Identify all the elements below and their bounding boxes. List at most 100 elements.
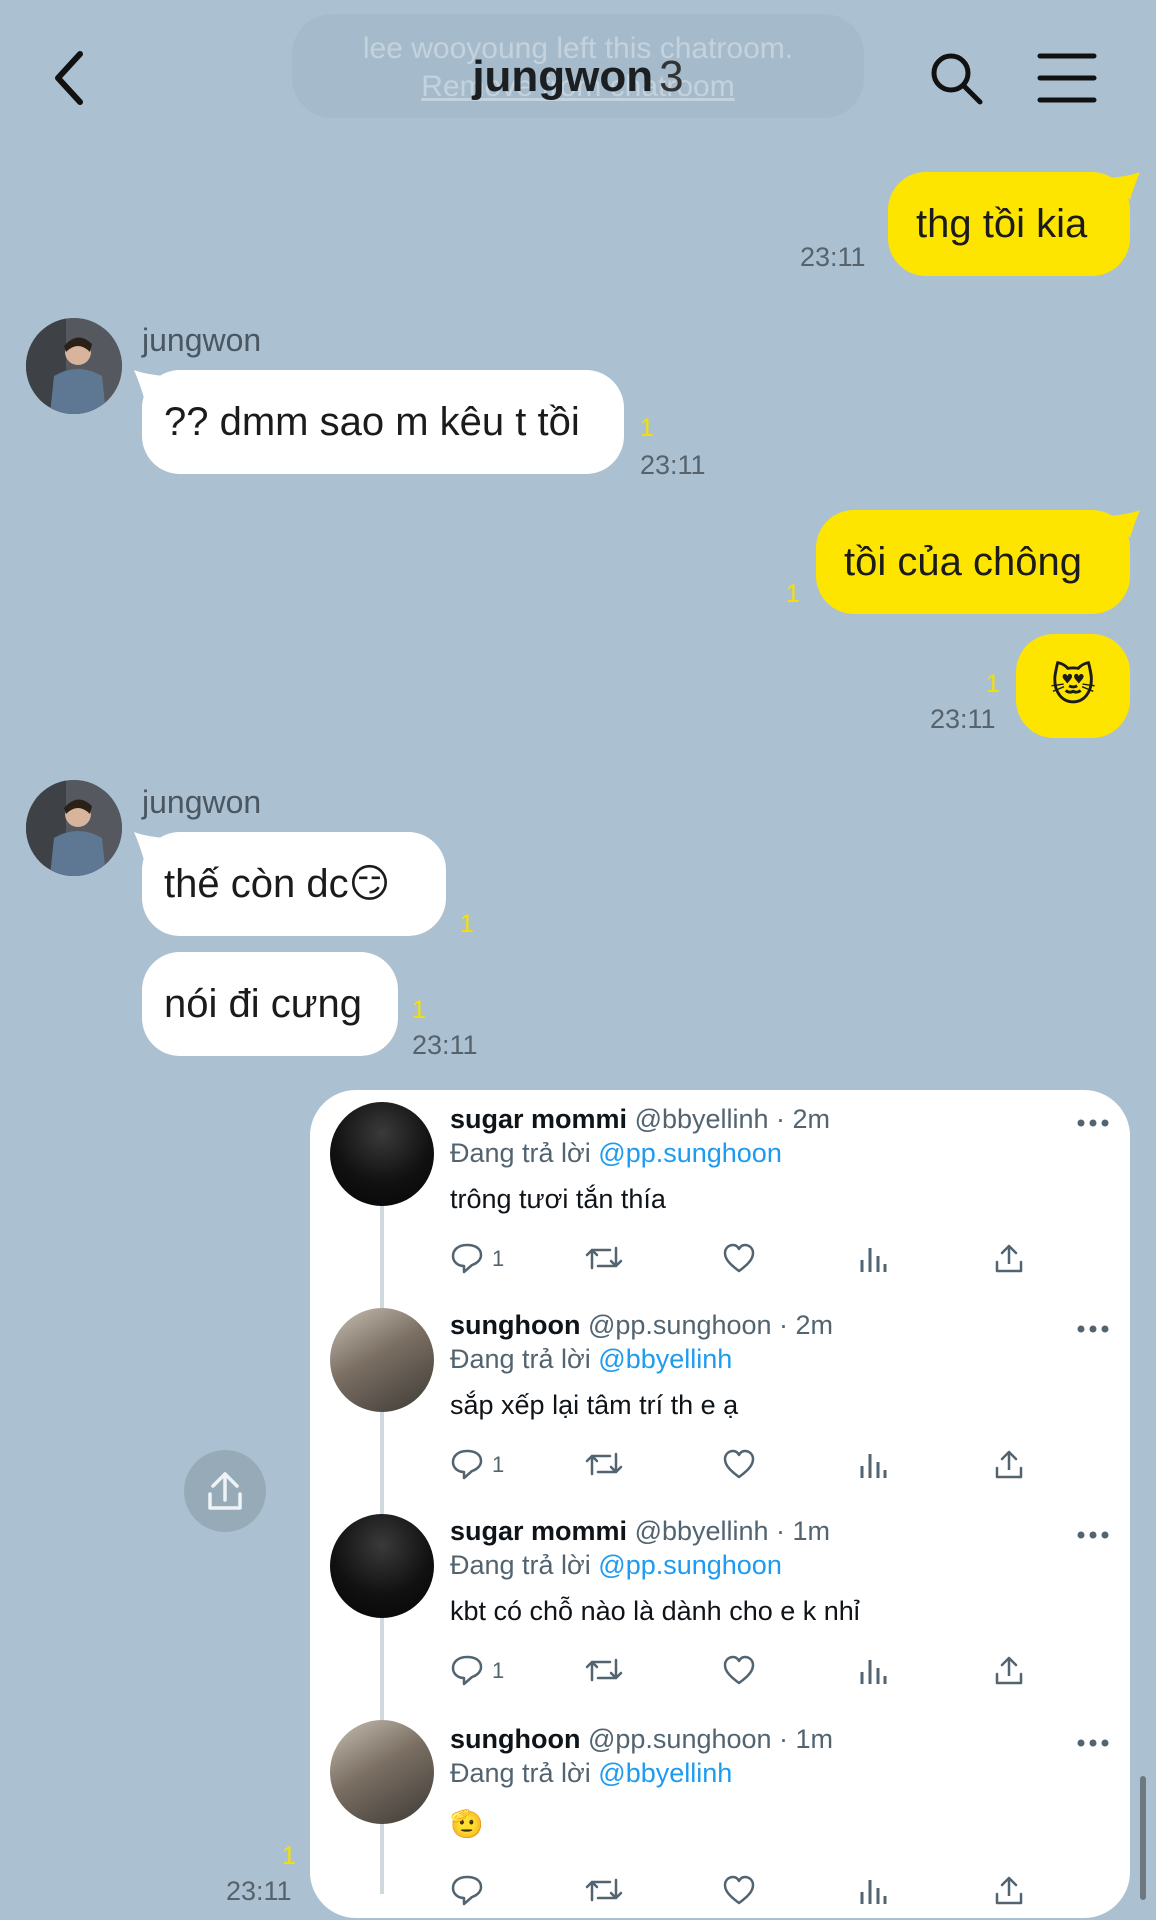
share-icon — [208, 1472, 242, 1510]
tweet-text: trông tươi tắn thía — [450, 1184, 666, 1214]
message-time: 23:11 — [800, 242, 866, 272]
like-icon — [723, 1243, 755, 1273]
my-message-bubble[interactable]: thg tồi kia — [888, 172, 1130, 276]
tweet-avatar — [330, 1102, 434, 1206]
tweet-header: sugar mommi @bbyellinh · 1m — [450, 1516, 830, 1547]
search-icon — [931, 53, 983, 105]
tweet-avatar — [330, 1514, 434, 1618]
reply-count: 1 — [492, 1246, 505, 1271]
their-message-bubble[interactable]: nói đi cưng — [142, 952, 398, 1056]
message-emoji: 😻 — [1050, 661, 1096, 710]
avatar-image — [26, 780, 122, 876]
avatar-image — [26, 318, 122, 414]
share-tweet-icon — [995, 1244, 1023, 1273]
sender-name: jungwon — [142, 784, 262, 820]
retweet-icon — [585, 1658, 623, 1682]
message-text: tồi của chông — [844, 540, 1082, 584]
tweet-header: sugar mommi @bbyellinh · 2m — [450, 1104, 830, 1135]
tweet-actions — [450, 1870, 1100, 1910]
reply-icon — [451, 1655, 483, 1686]
tweet-reply-context: Đang trả lời @bbyellinh — [450, 1758, 732, 1789]
unread-count: 1 — [640, 414, 654, 442]
retweet-icon — [585, 1452, 623, 1476]
tweet-actions: 1 — [450, 1238, 1100, 1278]
tweet-author-name: sugar mommi — [450, 1516, 628, 1546]
unread-count: 1 — [986, 670, 1000, 698]
menu-button[interactable] — [1036, 50, 1098, 106]
bubble-tail — [134, 832, 164, 860]
like-icon — [723, 1449, 755, 1479]
reply-count: 1 — [492, 1452, 505, 1477]
member-count: 3 — [659, 52, 684, 101]
tweet-text: kbt có chỗ nào là dành cho e k nhỉ — [450, 1596, 860, 1626]
reply-prefix: Đang trả lời — [450, 1344, 591, 1374]
jungwon-avatar[interactable] — [26, 780, 122, 876]
share-button[interactable] — [184, 1450, 266, 1532]
views-icon — [860, 1660, 887, 1684]
tweet-reply-context: Đang trả lời @bbyellinh — [450, 1344, 732, 1375]
tweet-meta: @bbyellinh · 2m — [634, 1104, 831, 1134]
tweet-meta: @bbyellinh · 1m — [634, 1516, 831, 1546]
reply-mention: @pp.sunghoon — [598, 1550, 782, 1580]
reply-count: 1 — [492, 1658, 505, 1683]
their-message-bubble[interactable]: thế còn dc😏 — [142, 832, 446, 936]
reply-prefix: Đang trả lời — [450, 1758, 591, 1788]
like-icon — [723, 1875, 755, 1905]
tweet-author-name: sunghoon — [450, 1724, 581, 1754]
unread-count: 1 — [786, 580, 800, 608]
message-text: thg tồi kia — [916, 202, 1088, 246]
tweet-actions: 1 — [450, 1650, 1100, 1690]
bubble-tail — [1110, 172, 1140, 200]
their-message-bubble[interactable]: ?? dmm sao m kêu t tồi — [142, 370, 624, 474]
tweet-header: sunghoon @pp.sunghoon · 2m — [450, 1310, 833, 1341]
message-time: 23:11 — [226, 1876, 292, 1906]
jungwon-avatar[interactable] — [26, 318, 122, 414]
more-icon — [1077, 1531, 1109, 1539]
sender-name: jungwon — [142, 322, 262, 358]
reply-mention: @bbyellinh — [598, 1344, 733, 1374]
search-button[interactable] — [926, 48, 986, 108]
reply-icon — [451, 1243, 483, 1274]
share-tweet-icon — [995, 1876, 1023, 1905]
message-text: thế còn dc😏 — [164, 862, 391, 906]
tweet-text: sắp xếp lại tâm trí th e ạ — [450, 1390, 739, 1420]
message-time: 23:11 — [640, 450, 706, 480]
like-icon — [723, 1655, 755, 1685]
tweet-actions: 1 — [450, 1444, 1100, 1484]
shared-tweet-screenshot[interactable]: sugar mommi @bbyellinh · 2m Đang trả lời… — [310, 1090, 1130, 1918]
tweet-text: 🫡 — [450, 1809, 484, 1839]
tweet-avatar — [330, 1720, 434, 1824]
retweet-icon — [585, 1246, 623, 1270]
menu-icon — [1037, 53, 1097, 103]
reply-icon — [451, 1875, 483, 1906]
unread-count: 1 — [412, 996, 426, 1024]
unread-count: 1 — [282, 1842, 296, 1870]
tweet-header: sunghoon @pp.sunghoon · 1m — [450, 1724, 833, 1755]
bubble-tail — [134, 370, 164, 398]
retweet-icon — [585, 1878, 623, 1902]
reply-mention: @bbyellinh — [598, 1758, 733, 1788]
more-icon — [1077, 1119, 1109, 1127]
my-emoji-bubble[interactable]: 😻 — [1016, 634, 1130, 738]
tweet-meta: @pp.sunghoon · 1m — [587, 1724, 834, 1754]
reply-icon — [451, 1449, 483, 1480]
views-icon — [860, 1880, 887, 1904]
message-text: ?? dmm sao m kêu t tồi — [164, 400, 580, 444]
views-icon — [860, 1248, 887, 1272]
message-time: 23:11 — [412, 1030, 478, 1060]
unread-count: 1 — [460, 910, 474, 938]
message-text: nói đi cưng — [164, 982, 363, 1026]
more-icon — [1077, 1739, 1109, 1747]
views-icon — [860, 1454, 887, 1478]
tweet-reply-context: Đang trả lời @pp.sunghoon — [450, 1138, 782, 1169]
tweet-meta: @pp.sunghoon · 2m — [587, 1310, 834, 1340]
reply-prefix: Đang trả lời — [450, 1550, 591, 1580]
scrollbar[interactable] — [1140, 1776, 1146, 1900]
my-message-bubble[interactable]: tồi của chông — [816, 510, 1130, 614]
chat-title-name: jungwon — [472, 52, 654, 101]
tweet-author-name: sunghoon — [450, 1310, 581, 1340]
more-icon — [1077, 1325, 1109, 1333]
tweet-avatar — [330, 1308, 434, 1412]
bubble-tail — [1110, 510, 1140, 538]
reply-prefix: Đang trả lời — [450, 1138, 591, 1168]
